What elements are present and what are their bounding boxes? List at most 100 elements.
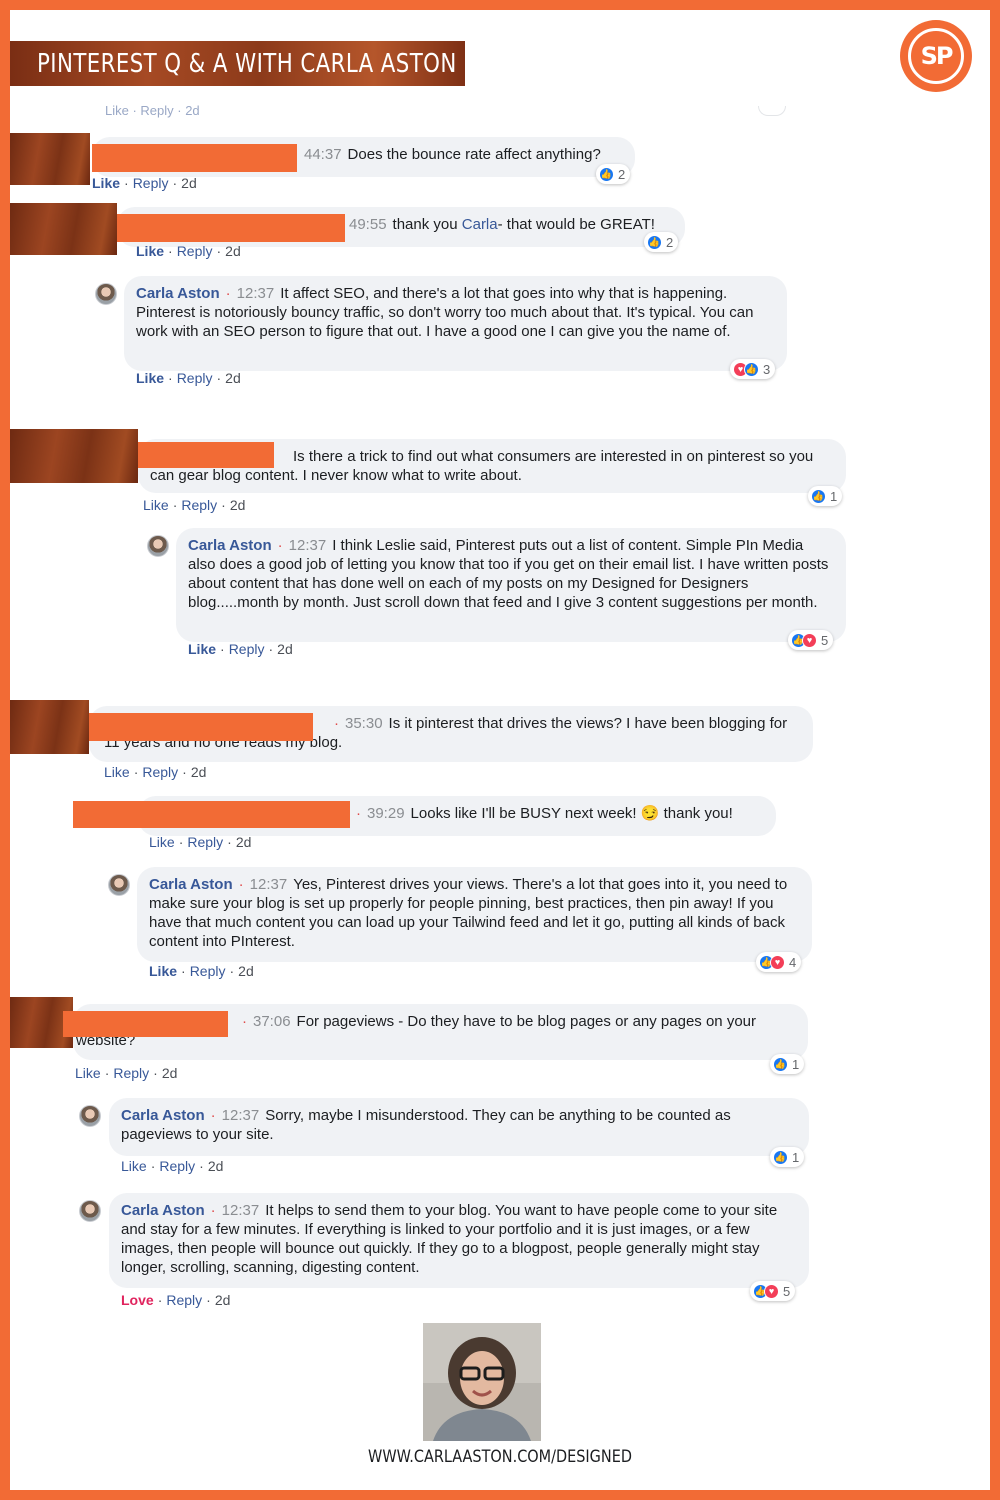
name-redaction: [92, 144, 297, 172]
reaction-count: 2: [618, 166, 626, 182]
reply-link[interactable]: Reply: [229, 641, 265, 657]
reply-link[interactable]: Reply: [187, 834, 223, 850]
like-link[interactable]: Like: [136, 370, 164, 386]
love-link[interactable]: Love: [121, 1292, 154, 1308]
like-link[interactable]: Like: [188, 641, 216, 657]
reply-link[interactable]: Reply: [133, 175, 169, 191]
like-link[interactable]: Like: [149, 834, 175, 850]
comment-age: 2d: [214, 1292, 231, 1308]
separator: ·: [268, 641, 274, 657]
heart-icon: ♥: [764, 1283, 779, 1299]
avatar-redacted: [10, 133, 90, 185]
comment-actions: Like · Reply · 2d: [188, 641, 293, 657]
reaction-badge[interactable]: 👍 ♥ 5: [750, 1281, 796, 1301]
like-link[interactable]: Like: [75, 1065, 101, 1081]
name-redaction: [138, 442, 274, 468]
comment-timestamp: 44:37: [304, 146, 342, 163]
separator: ·: [181, 963, 186, 979]
reply-link[interactable]: Reply: [181, 497, 217, 513]
reaction-count: 5: [821, 632, 829, 648]
like-link[interactable]: Like: [92, 175, 120, 191]
commenter-name[interactable]: Carla Aston: [149, 876, 233, 893]
comment-actions: Like · Reply · 2d: [136, 370, 241, 386]
reaction-count: 1: [792, 1149, 800, 1165]
comment-age: 2d: [225, 243, 241, 259]
separator: ·: [229, 963, 235, 979]
reply-link[interactable]: Reply: [190, 963, 226, 979]
reaction-badge[interactable]: 👍 ♥ 4: [756, 952, 802, 972]
sp-logo-text: SP: [908, 28, 964, 84]
comment-actions: Like · Reply · 2d: [149, 834, 251, 850]
comment-actions: Like · Reply · 2d: [136, 243, 241, 259]
title-banner: PINTEREST Q & A WITH CARLA ASTON: [10, 41, 465, 86]
separator: ·: [206, 1292, 211, 1308]
separator-dot: ·: [277, 537, 283, 554]
author-photo: [423, 1323, 541, 1441]
avatar-redacted: [10, 700, 89, 754]
separator: ·: [133, 764, 139, 780]
cut-off-actions: Like · Reply · 2d: [105, 100, 785, 118]
comment-age: 2d: [277, 641, 293, 657]
comment-timestamp: 35:30: [345, 715, 383, 732]
comment-age: 2d: [161, 1065, 178, 1081]
mention-link[interactable]: Carla: [462, 216, 498, 233]
avatar-redacted: [10, 203, 117, 255]
footer-url: WWW.CARLAASTON.COM/DESIGNED: [368, 1447, 632, 1467]
thumbs-up-icon: 👍: [773, 1149, 788, 1165]
commenter-name[interactable]: Carla Aston: [121, 1202, 205, 1219]
comment-text: thank you: [392, 216, 462, 233]
avatar[interactable]: [95, 283, 117, 305]
separator-dot: ·: [242, 1013, 247, 1030]
comment-age: 2d: [238, 963, 254, 979]
comment-bubble: Carla Aston · 12:37 It helps to send them t…: [109, 1193, 809, 1288]
comment-timestamp: 39:29: [367, 805, 405, 822]
reply-link[interactable]: Reply: [142, 764, 178, 780]
comment-actions: Like · Reply · 2d: [121, 1158, 223, 1174]
commenter-name[interactable]: Carla Aston: [121, 1107, 205, 1124]
avatar[interactable]: [79, 1105, 101, 1127]
infographic-frame: PINTEREST Q & A WITH CARLA ASTON SP Like…: [10, 10, 990, 1490]
reaction-badge[interactable]: 👍 2: [596, 164, 631, 184]
commenter-name[interactable]: Carla Aston: [136, 285, 220, 302]
separator: ·: [182, 764, 187, 780]
reply-link[interactable]: Reply: [177, 370, 213, 386]
separator-dot: ·: [210, 1202, 216, 1219]
separator: ·: [168, 370, 173, 386]
separator: ·: [178, 834, 184, 850]
like-link[interactable]: Like: [149, 963, 177, 979]
comment-text: I think Leslie said, Pinterest puts out …: [188, 537, 829, 611]
comment-bubble: Carla Aston · 12:37 Yes, Pinterest drives y…: [137, 867, 812, 962]
separator: ·: [220, 641, 225, 657]
reaction-badge[interactable]: 👍 1: [808, 486, 843, 506]
reaction-badge[interactable]: 👍 ♥ 5: [788, 630, 834, 650]
reaction-badge[interactable]: 👍 1: [770, 1147, 805, 1167]
reaction-badge[interactable]: 👍 1: [770, 1054, 805, 1074]
separator-dot: ·: [225, 285, 231, 302]
reaction-count: 5: [783, 1283, 791, 1299]
separator: ·: [104, 1065, 110, 1081]
comment-timestamp: 12:37: [221, 1202, 260, 1219]
comment-age: 2d: [190, 764, 207, 780]
thumbs-up-icon: 👍: [744, 361, 759, 377]
sp-logo: SP: [900, 20, 972, 92]
comment-actions: Like · Reply · 2d: [149, 963, 254, 979]
avatar[interactable]: [108, 874, 130, 896]
reply-link[interactable]: Reply: [177, 243, 213, 259]
reply-link[interactable]: Reply: [166, 1292, 202, 1308]
separator: ·: [124, 175, 129, 191]
commenter-name[interactable]: Carla Aston: [188, 537, 272, 554]
avatar[interactable]: [147, 535, 169, 557]
like-link[interactable]: Like: [121, 1158, 147, 1174]
reply-link[interactable]: Reply: [159, 1158, 195, 1174]
reply-link[interactable]: Reply: [113, 1065, 149, 1081]
like-link[interactable]: Like: [104, 764, 130, 780]
comment-age: 2d: [181, 175, 197, 191]
comment-text: Yes, Pinterest drives your views. There'…: [149, 876, 788, 950]
avatar[interactable]: [79, 1200, 101, 1222]
reaction-badge[interactable]: 👍 2: [644, 232, 679, 252]
separator: ·: [157, 1292, 163, 1308]
comment-timestamp: 37:06: [253, 1013, 291, 1030]
like-link[interactable]: Like: [136, 243, 164, 259]
like-link[interactable]: Like: [143, 497, 169, 513]
reaction-badge[interactable]: ♥ 👍 3: [730, 359, 776, 379]
